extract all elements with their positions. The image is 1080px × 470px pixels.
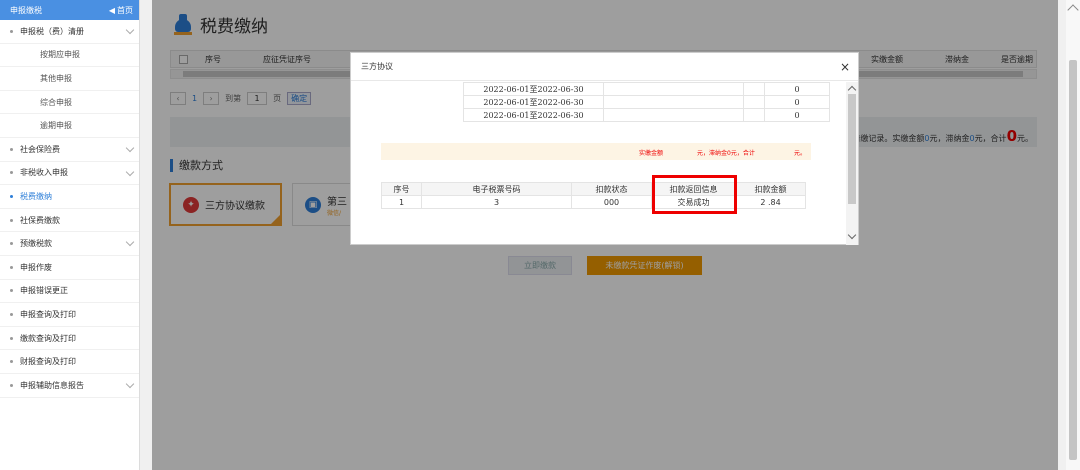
sidebar-item[interactable]: 预缴税款 — [0, 232, 139, 256]
sidebar-title: 申报缴税 — [10, 5, 42, 15]
page-scrollbar[interactable] — [1066, 0, 1080, 470]
sidebar-item[interactable]: 申报辅助信息报告 — [0, 374, 139, 398]
scroll-down-icon[interactable] — [847, 230, 857, 240]
scroll-up-icon[interactable] — [847, 85, 857, 95]
sidebar-item[interactable]: 社会保险费 — [0, 138, 139, 162]
sidebar-item[interactable]: 申报税（费）清册 — [0, 20, 139, 44]
notice-actual: 实缴金额 — [639, 150, 664, 157]
cell-amount: 2 .84 — [735, 195, 806, 209]
empty-cell — [603, 95, 744, 109]
back-arrow-icon: ◀ — [108, 5, 115, 15]
sidebar-item-label: 其他申报 — [40, 73, 72, 83]
bullet-icon — [10, 312, 13, 316]
modal-body: 2022-06-01至2022-06-30 0 2022-06-01至2022-06… — [351, 82, 848, 245]
sidebar: 申报缴税 ◀ 首页 申报税（费）清册按期应申报其他申报综合申报逾期申报社会保险费… — [0, 0, 140, 470]
bullet-icon — [10, 383, 13, 387]
sidebar-item-label: 社保费缴款 — [20, 215, 60, 225]
bullet-icon — [10, 360, 13, 364]
th-amount: 扣款金额 — [735, 182, 806, 196]
sidebar-item[interactable]: 财报查询及打印 — [0, 350, 139, 374]
sidebar-item[interactable]: 申报作废 — [0, 256, 139, 280]
bullet-icon — [10, 336, 13, 340]
scroll-up-icon[interactable] — [1067, 4, 1079, 16]
amount-notice: 实缴金额 元，滞纳金0元，合计 元。 — [381, 143, 811, 160]
table-row: 2022-06-01至2022-06-30 0 — [463, 108, 830, 122]
cell-status: 000 — [571, 195, 652, 209]
sidebar-item[interactable]: 其他申报 — [0, 67, 139, 91]
chevron-down-icon — [125, 379, 135, 389]
chevron-down-icon — [125, 25, 135, 35]
modal-scroll-thumb[interactable] — [848, 94, 856, 204]
empty-cell — [743, 82, 765, 96]
empty-cell — [603, 82, 744, 96]
sidebar-item[interactable]: 社保费缴款 — [0, 209, 139, 233]
page-scroll-thumb[interactable] — [1069, 60, 1077, 460]
th-seq: 序号 — [381, 182, 422, 196]
notice-late: 元，滞纳金0元，合计 — [697, 150, 755, 157]
sidebar-item-label: 按期应申报 — [40, 50, 80, 60]
deduction-result-table: 序号 电子税票号码 扣款状态 扣款返回信息 扣款金额 1 3 000 交易成功 … — [381, 182, 806, 209]
close-icon[interactable]: × — [840, 60, 850, 74]
sidebar-item[interactable]: 非税收入申报 — [0, 162, 139, 186]
modal-title: 三方协议 — [361, 62, 393, 71]
empty-cell — [603, 108, 744, 122]
sidebar-item-label: 申报辅助信息报告 — [20, 380, 84, 390]
amount-cell: 0 — [764, 82, 830, 96]
empty-cell — [743, 108, 765, 122]
amount-cell: 0 — [764, 95, 830, 109]
period-cell: 2022-06-01至2022-06-30 — [463, 95, 604, 109]
notice-end: 元。 — [794, 150, 807, 157]
sidebar-item-label: 税费缴纳 — [20, 191, 52, 201]
table-row: 1 3 000 交易成功 2 .84 — [381, 195, 806, 209]
sidebar-item-label: 非税收入申报 — [20, 168, 68, 178]
sidebar-item[interactable]: 按期应申报 — [0, 44, 139, 68]
sidebar-item[interactable]: 综合申报 — [0, 91, 139, 115]
modal-header: 三方协议 × — [351, 53, 858, 81]
sidebar-item-label: 缴款查询及打印 — [20, 333, 76, 343]
sidebar-item-label: 社会保险费 — [20, 144, 60, 154]
sidebar-item-label: 申报税（费）清册 — [20, 26, 84, 36]
modal-scrollbar[interactable] — [846, 82, 858, 245]
chevron-down-icon — [125, 143, 135, 153]
sidebar-item[interactable]: 申报错误更正 — [0, 280, 139, 304]
sidebar-item-label: 申报查询及打印 — [20, 309, 76, 319]
amount-cell: 0 — [764, 108, 830, 122]
sidebar-item[interactable]: 税费缴纳 — [0, 185, 139, 209]
sidebar-item-label: 逾期申报 — [40, 121, 72, 131]
tripartite-modal: 三方协议 × 2022-06-01至2022-06-30 0 2022-06-01至… — [350, 52, 859, 245]
bullet-icon — [10, 194, 13, 198]
bullet-icon — [10, 289, 13, 293]
sidebar-item-label: 财报查询及打印 — [20, 357, 76, 367]
sidebar-item[interactable]: 逾期申报 — [0, 114, 139, 138]
th-status: 扣款状态 — [571, 182, 652, 196]
bullet-icon — [10, 171, 13, 175]
chevron-down-icon — [125, 167, 135, 176]
chevron-down-icon — [125, 238, 135, 247]
bullet-icon — [10, 29, 13, 33]
period-table: 2022-06-01至2022-06-30 0 2022-06-01至2022-06… — [463, 82, 830, 122]
sidebar-item[interactable]: 申报查询及打印 — [0, 303, 139, 327]
cell-seq: 1 — [381, 195, 422, 209]
home-label: 首页 — [117, 5, 133, 15]
bullet-icon — [10, 242, 13, 246]
sidebar-item-label: 预缴税款 — [20, 239, 52, 249]
home-link[interactable]: ◀ 首页 — [109, 5, 133, 16]
bullet-icon — [10, 265, 13, 269]
bullet-icon — [10, 218, 13, 222]
period-cell: 2022-06-01至2022-06-30 — [463, 82, 604, 96]
table-row: 2022-06-01至2022-06-30 0 — [463, 95, 830, 109]
bullet-icon — [10, 147, 13, 151]
period-cell: 2022-06-01至2022-06-30 — [463, 108, 604, 122]
highlight-box — [652, 175, 737, 214]
sidebar-item[interactable]: 缴款查询及打印 — [0, 327, 139, 351]
table-row: 2022-06-01至2022-06-30 0 — [463, 82, 830, 96]
sidebar-item-label: 综合申报 — [40, 97, 72, 107]
sidebar-menu: 申报税（费）清册按期应申报其他申报综合申报逾期申报社会保险费非税收入申报 税费缴纳… — [0, 20, 139, 398]
sidebar-item-label: 申报作废 — [20, 262, 52, 272]
th-ticket: 电子税票号码 — [421, 182, 572, 196]
empty-cell — [743, 95, 765, 109]
sidebar-item-label: 申报错误更正 — [20, 286, 68, 296]
sidebar-header: 申报缴税 ◀ 首页 — [0, 0, 139, 20]
cell-ticket: 3 — [421, 195, 572, 209]
